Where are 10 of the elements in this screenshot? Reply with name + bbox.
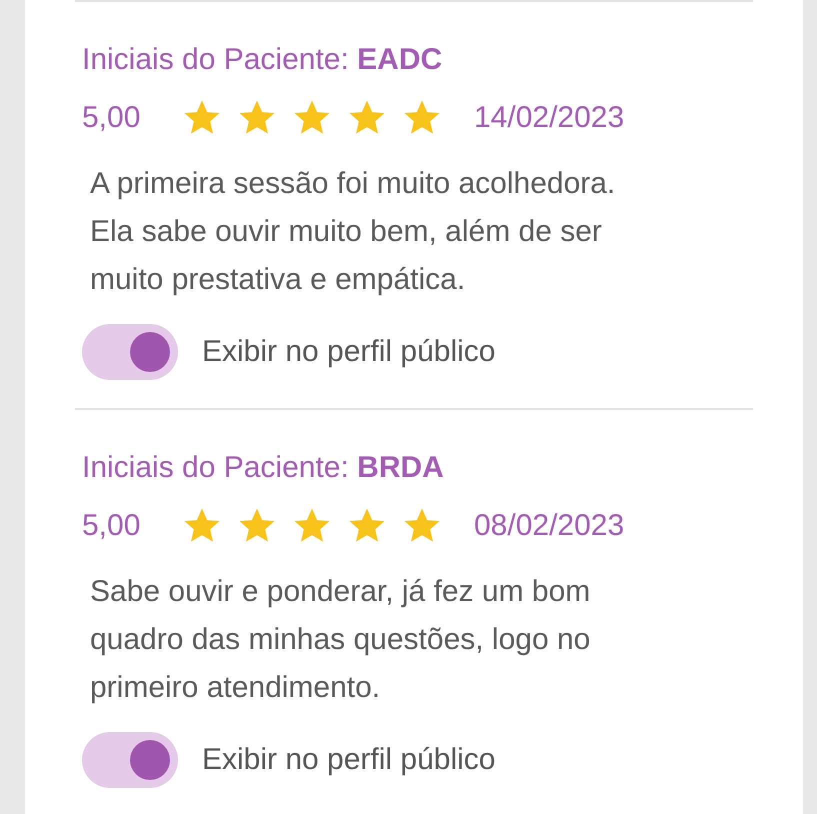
toggle-label: Exibir no perfil público [202,743,496,777]
review-date: 08/02/2023 [474,509,624,543]
rating-value: 5,00 [82,509,142,543]
rating-value: 5,00 [82,101,142,135]
review-date: 14/02/2023 [474,101,624,135]
toggle-label: Exibir no perfil público [202,335,496,369]
patient-initials: Iniciais do Paciente: BRDA [82,450,445,486]
patient-initials: Iniciais do Paciente: EADC [82,42,444,78]
review-text: Sabe ouvir e ponderar, já fez um bom quadro das minhas questões, logo no primeiro atendimento. [90,574,592,706]
review-text: A primeira sessão foi muito acolhedora. Ela sabe ouvir muito bem, além de ser muito prestativa e empática. [90,166,616,298]
